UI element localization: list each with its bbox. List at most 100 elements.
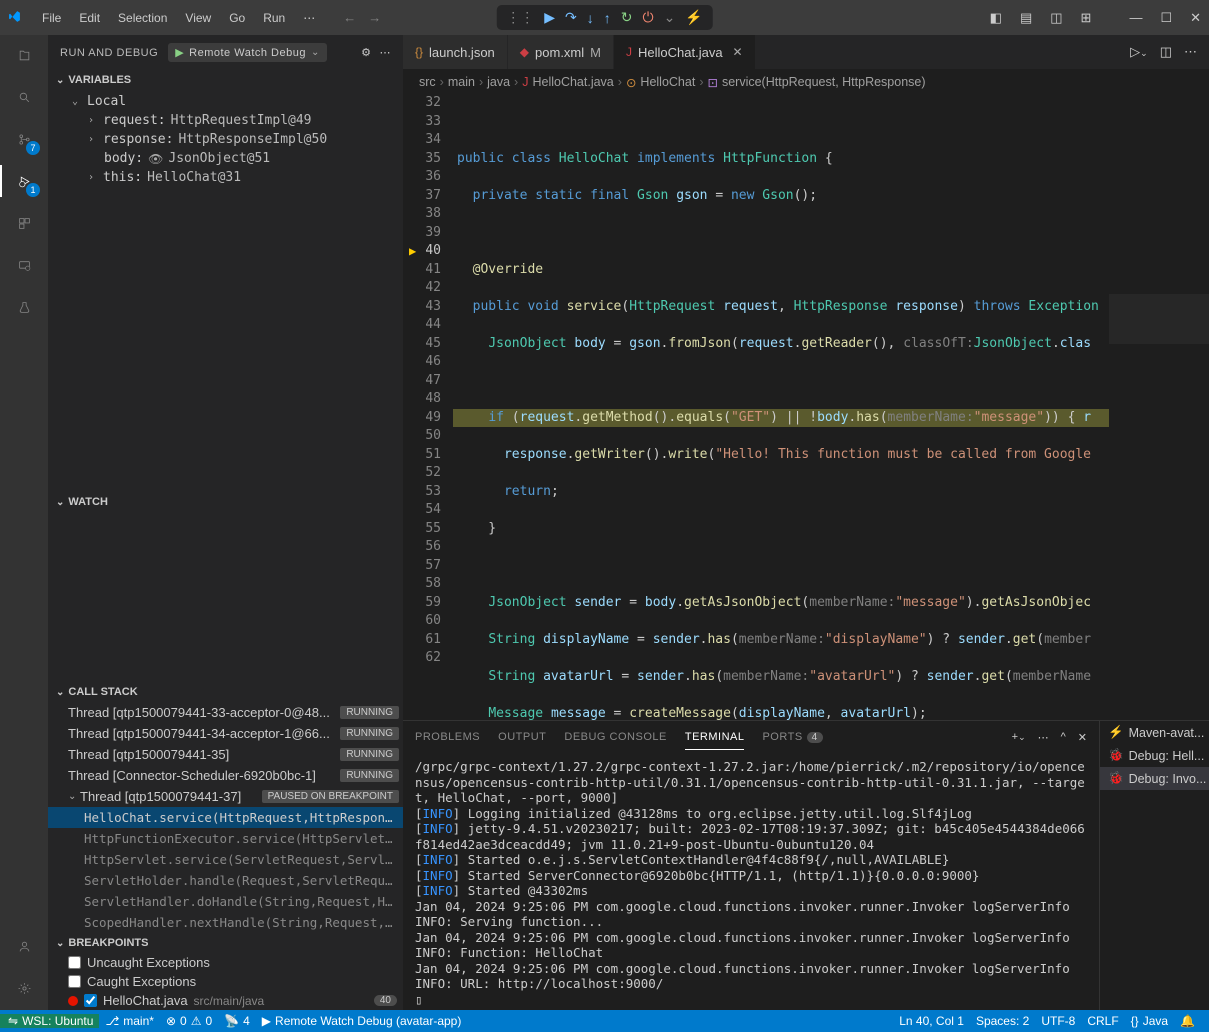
new-terminal-icon[interactable]: +⌄ (1012, 731, 1026, 744)
menu-view[interactable]: View (177, 7, 219, 29)
thread-row[interactable]: Thread [qtp1500079441-33-acceptor-0@48..… (48, 702, 403, 723)
panel-close-icon[interactable]: ✕ (1078, 731, 1087, 744)
var-request[interactable]: ›request: HttpRequestImpl@49 (48, 111, 403, 130)
minimap[interactable] (1109, 94, 1209, 720)
java-icon: J (522, 75, 528, 89)
run-file-icon[interactable]: ▷⌄ (1130, 44, 1148, 60)
layout-panel-icon[interactable]: ▤ (1020, 10, 1032, 26)
stack-frame[interactable]: HelloChat.service(HttpRequest,HttpRespon… (48, 807, 403, 828)
layout-split-icon[interactable]: ◧ (990, 10, 1002, 26)
panel-maximize-icon[interactable]: ^ (1061, 731, 1066, 744)
terminal-output[interactable]: /grpc/grpc-context/1.27.2/grpc-context-1… (403, 753, 1099, 1010)
extensions-icon[interactable] (12, 211, 36, 235)
layout-sidebar-icon[interactable]: ◫ (1050, 10, 1062, 26)
stack-frame[interactable]: HttpServlet.service(ServletRequest,Servl… (48, 849, 403, 870)
var-body[interactable]: body: 👁 JsonObject@51 (48, 149, 403, 168)
close-icon[interactable]: ✕ (733, 45, 743, 59)
scope-local[interactable]: ⌄Local (48, 92, 403, 111)
bp-caught[interactable]: Caught Exceptions (48, 972, 403, 991)
hot-reload-icon[interactable]: ⚡ (685, 9, 702, 26)
disconnect-icon[interactable]: ⏻ (643, 9, 654, 26)
class-icon: ⊙ (626, 75, 636, 90)
ptab-terminal[interactable]: TERMINAL (685, 725, 745, 750)
code-editor[interactable]: 32333435 36373839 ▶40 41424344 45464748 … (403, 94, 1209, 720)
window-minimize-icon[interactable]: — (1129, 10, 1142, 26)
section-variables-header[interactable]: ⌄ VARIABLES (48, 70, 403, 90)
stack-frame[interactable]: HttpFunctionExecutor.service(HttpServlet… (48, 828, 403, 849)
run-debug-icon[interactable]: 1 (12, 169, 36, 193)
menu-run[interactable]: Run (255, 7, 293, 29)
var-response[interactable]: ›response: HttpResponseImpl@50 (48, 130, 403, 149)
step-out-icon[interactable]: ↑ (604, 10, 611, 26)
remote-explorer-icon[interactable] (12, 253, 36, 277)
section-callstack-header[interactable]: ⌄ CALL STACK (48, 682, 403, 702)
status-branch[interactable]: ⎇main* (99, 1014, 160, 1028)
status-ports[interactable]: 📡4 (218, 1014, 256, 1028)
menu-more[interactable]: ⋯ (295, 7, 323, 29)
terminal-item[interactable]: 🐞Debug: Invo... (1100, 767, 1209, 790)
debug-config-selector[interactable]: ▶ Remote Watch Debug ⌄ (168, 43, 327, 62)
bp-caught-checkbox[interactable] (68, 975, 81, 988)
status-notifications[interactable]: 🔔 (1174, 1014, 1201, 1028)
status-lang[interactable]: {} Java (1125, 1014, 1174, 1028)
search-icon[interactable] (12, 85, 36, 109)
thread-row[interactable]: Thread [qtp1500079441-34-acceptor-1@66..… (48, 723, 403, 744)
stack-frame[interactable]: ScopedHandler.nextHandle(String,Request,… (48, 912, 403, 933)
tab-more-icon[interactable]: ⋯ (1184, 44, 1197, 60)
menu-go[interactable]: Go (221, 7, 253, 29)
ptab-output[interactable]: OUTPUT (498, 725, 546, 749)
tab-pom-xml[interactable]: ◆pom.xml M (508, 35, 614, 69)
step-over-icon[interactable]: ↷ (565, 9, 577, 26)
menu-selection[interactable]: Selection (110, 7, 175, 29)
debug-settings-icon[interactable]: ⚙ (361, 46, 371, 59)
window-close-icon[interactable]: ✕ (1190, 10, 1201, 26)
stack-frame[interactable]: ServletHolder.handle(Request,ServletRequ… (48, 870, 403, 891)
var-this[interactable]: ›this: HelloChat@31 (48, 168, 403, 187)
status-debug[interactable]: ▶Remote Watch Debug (avatar-app) (256, 1014, 468, 1028)
nav-back-icon[interactable]: ← (343, 10, 356, 25)
bp-file[interactable]: HelloChat.java src/main/java40 (48, 991, 403, 1010)
tab-launch-json[interactable]: {}launch.json (403, 35, 508, 69)
restart-icon[interactable]: ↻ (621, 9, 633, 26)
testing-icon[interactable] (12, 295, 36, 319)
ptab-ports[interactable]: PORTS4 (762, 725, 822, 749)
bp-file-checkbox[interactable] (84, 994, 97, 1007)
section-breakpoints-header[interactable]: ⌄ BREAKPOINTS (48, 933, 403, 953)
menu-file[interactable]: File (34, 7, 69, 29)
split-editor-icon[interactable]: ◫ (1160, 44, 1172, 60)
status-spaces[interactable]: Spaces: 2 (970, 1014, 1035, 1028)
tab-hellochat-java[interactable]: JHelloChat.java✕ (614, 35, 756, 69)
status-remote[interactable]: ⇋WSL: Ubuntu (0, 1014, 99, 1028)
continue-icon[interactable]: ▶ (544, 9, 555, 26)
status-eol[interactable]: CRLF (1081, 1014, 1124, 1028)
drag-handle-icon[interactable]: ⋮⋮ (506, 9, 534, 26)
step-into-icon[interactable]: ↓ (587, 10, 594, 26)
status-encoding[interactable]: UTF-8 (1035, 1014, 1081, 1028)
terminal-item[interactable]: 🐞Debug: Hell... (1100, 744, 1209, 767)
debug-dropdown-icon[interactable]: ⌄ (664, 9, 676, 26)
explorer-icon[interactable] (12, 43, 36, 67)
ptab-problems[interactable]: PROBLEMS (415, 725, 480, 749)
menu-edit[interactable]: Edit (71, 7, 108, 29)
thread-row-paused[interactable]: ⌄Thread [qtp1500079441-37]PAUSED ON BREA… (48, 786, 403, 807)
accounts-icon[interactable] (12, 934, 36, 958)
thread-row[interactable]: Thread [Connector-Scheduler-6920b0bc-1]R… (48, 765, 403, 786)
section-watch-header[interactable]: ⌄ WATCH (48, 492, 403, 512)
thread-row[interactable]: Thread [qtp1500079441-35]RUNNING (48, 744, 403, 765)
status-position[interactable]: Ln 40, Col 1 (893, 1014, 970, 1028)
window-maximize-icon[interactable]: ☐ (1160, 10, 1172, 26)
terminal-item[interactable]: ⚡Maven-avat... (1100, 721, 1209, 744)
sidebar-more-icon[interactable]: ⋯ (380, 46, 392, 59)
nav-forward-icon[interactable]: → (368, 10, 381, 25)
stack-frame[interactable]: ServletHandler.doHandle(String,Request,H… (48, 891, 403, 912)
status-errors[interactable]: ⊗0 ⚠0 (160, 1014, 218, 1028)
bp-uncaught[interactable]: Uncaught Exceptions (48, 953, 403, 972)
panel-more-icon[interactable]: ⋯ (1038, 731, 1049, 744)
ptab-debugconsole[interactable]: DEBUG CONSOLE (564, 725, 666, 749)
breadcrumbs[interactable]: src› main› java› J HelloChat.java› ⊙ Hel… (403, 70, 1209, 94)
bp-uncaught-checkbox[interactable] (68, 956, 81, 969)
code-content[interactable]: public class HelloChat implements HttpFu… (453, 94, 1109, 720)
layout-customize-icon[interactable]: ⊞ (1081, 10, 1092, 26)
settings-gear-icon[interactable] (12, 976, 36, 1000)
source-control-icon[interactable]: 7 (12, 127, 36, 151)
